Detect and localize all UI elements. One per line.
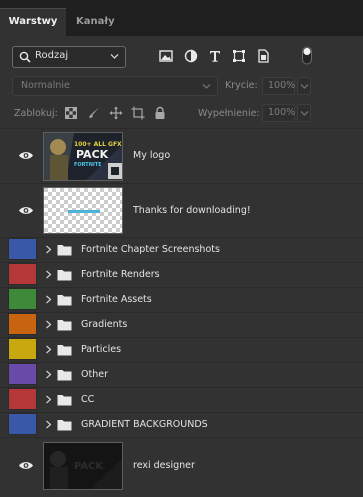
panel-tab-bar: Warstwy Kanały xyxy=(0,0,363,36)
chevron-right-icon[interactable] xyxy=(45,245,52,254)
folder-icon xyxy=(57,370,72,381)
chevron-down-icon xyxy=(110,54,119,59)
group-name: Fortnite Chapter Screenshots xyxy=(81,244,220,255)
group-row[interactable]: Gradients xyxy=(0,313,363,337)
group-color-label xyxy=(8,263,37,285)
chevron-right-icon[interactable] xyxy=(45,295,52,304)
opacity-label: Krycie: xyxy=(225,80,258,91)
group-name: Fortnite Assets xyxy=(81,294,152,305)
opacity-dropdown[interactable] xyxy=(297,77,311,95)
group-row[interactable]: Fortnite Assets xyxy=(0,288,363,312)
lock-transparent-pixels-icon[interactable] xyxy=(64,106,78,120)
folder-icon xyxy=(57,270,72,281)
group-color-label xyxy=(8,363,37,385)
lock-image-pixels-icon[interactable] xyxy=(87,106,101,120)
chevron-right-icon[interactable] xyxy=(45,345,52,354)
eye-icon[interactable] xyxy=(18,150,34,161)
chevron-right-icon[interactable] xyxy=(45,270,52,279)
group-row[interactable]: Particles xyxy=(0,338,363,362)
eye-icon[interactable] xyxy=(18,205,34,216)
folder-icon xyxy=(57,295,72,306)
layer-thumbnail: 100+ ALL GFX PACK FORTNITE xyxy=(43,132,123,181)
filter-kind-select[interactable]: Rodzaj xyxy=(12,46,126,68)
thumb-text-top: 100+ ALL GFX xyxy=(74,141,122,148)
group-name: Particles xyxy=(81,344,122,355)
group-color-label xyxy=(8,413,37,435)
fill-input[interactable]: 100% xyxy=(262,104,295,122)
smart-object-filter-icon[interactable] xyxy=(255,48,271,64)
group-name: Gradients xyxy=(81,319,128,330)
filter-toggle-switch[interactable] xyxy=(300,44,314,66)
chevron-down-icon xyxy=(202,84,211,89)
layer-row[interactable]: PACK rexi designer xyxy=(0,438,363,494)
layer-thumbnail: PACK xyxy=(43,442,123,490)
chevron-down-icon xyxy=(300,111,309,116)
group-row[interactable]: GRADIENT BACKGROUNDS xyxy=(0,413,363,437)
tab-layers[interactable]: Warstwy xyxy=(0,8,66,36)
type-filter-icon[interactable] xyxy=(207,48,223,64)
thumb-text-main: PACK xyxy=(76,148,109,161)
chevron-right-icon[interactable] xyxy=(45,420,52,429)
chevron-right-icon[interactable] xyxy=(45,395,52,404)
layer-name: My logo xyxy=(133,150,171,161)
filter-kind-label: Rodzaj xyxy=(35,50,69,61)
folder-icon xyxy=(57,320,72,331)
layer-row[interactable]: 100+ ALL GFX PACK FORTNITE My logo xyxy=(0,129,363,183)
folder-icon xyxy=(57,395,72,406)
folder-icon xyxy=(57,345,72,356)
fill-dropdown[interactable] xyxy=(297,104,311,122)
fill-label: Wypełnienie: xyxy=(198,108,260,119)
thumb-text-sub: FORTNITE xyxy=(74,162,102,168)
blend-mode-select[interactable]: Normalnie xyxy=(12,76,218,96)
logo-thumbnail-image: 100+ ALL GFX PACK FORTNITE xyxy=(44,133,122,180)
lock-label: Zablokuj: xyxy=(14,108,58,119)
opacity-input[interactable]: 100% xyxy=(262,77,295,95)
group-row[interactable]: Other xyxy=(0,363,363,387)
image-filter-icon[interactable] xyxy=(158,48,174,64)
chevron-right-icon[interactable] xyxy=(45,320,52,329)
transparent-thumbnail-image xyxy=(44,188,122,233)
layer-name: rexi designer xyxy=(133,460,195,471)
group-name: Other xyxy=(81,369,108,380)
blend-mode-value: Normalnie xyxy=(21,80,70,91)
lock-artboard-icon[interactable] xyxy=(131,106,145,120)
layers-panel: Warstwy Kanały Rodzaj Normalnie Krycie: … xyxy=(0,0,363,497)
group-name: GRADIENT BACKGROUNDS xyxy=(81,419,208,430)
group-name: CC xyxy=(81,394,95,405)
group-color-label xyxy=(8,338,37,360)
dark-thumbnail-image: PACK xyxy=(44,443,122,489)
chevron-down-icon xyxy=(300,84,309,89)
folder-icon xyxy=(57,245,72,256)
search-icon xyxy=(19,51,31,63)
thumb-text-dark: PACK xyxy=(74,461,104,472)
eye-icon[interactable] xyxy=(18,460,34,471)
group-row[interactable]: CC xyxy=(0,388,363,412)
tab-channels[interactable]: Kanały xyxy=(70,8,120,36)
lock-all-icon[interactable] xyxy=(153,106,167,120)
layer-thumbnail xyxy=(43,187,123,234)
group-color-label xyxy=(8,238,37,260)
group-name: Fortnite Renders xyxy=(81,269,160,280)
shape-filter-icon[interactable] xyxy=(231,48,247,64)
group-color-label xyxy=(8,288,37,310)
folder-icon xyxy=(57,420,72,431)
chevron-right-icon[interactable] xyxy=(45,370,52,379)
group-row[interactable]: Fortnite Chapter Screenshots xyxy=(0,238,363,262)
lock-position-icon[interactable] xyxy=(109,106,123,120)
group-color-label xyxy=(8,388,37,410)
group-color-label xyxy=(8,313,37,335)
group-row[interactable]: Fortnite Renders xyxy=(0,263,363,287)
layer-row[interactable]: Thanks for downloading! xyxy=(0,184,363,237)
layer-name: Thanks for downloading! xyxy=(133,205,251,216)
adjustment-filter-icon[interactable] xyxy=(183,48,199,64)
